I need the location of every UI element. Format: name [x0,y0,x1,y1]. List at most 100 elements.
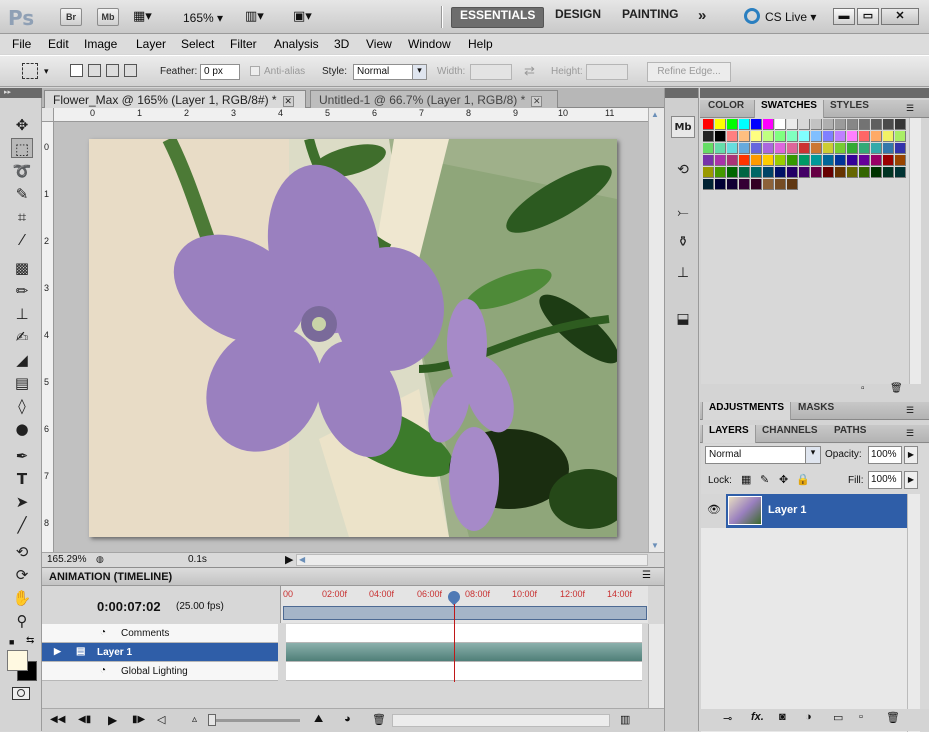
color-swatch[interactable] [811,131,822,142]
history-panel-icon[interactable]: ⟲ [671,159,695,181]
path-selection-tool-icon[interactable]: ➤ [11,492,33,512]
color-swatch[interactable] [859,155,870,166]
color-swatch[interactable] [895,167,906,178]
color-swatch[interactable] [703,155,714,166]
tab-paths[interactable]: PATHS [828,425,872,443]
new-swatch-icon[interactable]: ▫ [861,383,865,394]
status-menu-arrow-icon[interactable]: ▶ [285,553,293,566]
color-swatch[interactable] [763,167,774,178]
style-select[interactable]: Normal ▾ [353,64,427,80]
workspace-painting[interactable]: PAINTING [614,7,686,28]
color-swatch[interactable] [811,119,822,130]
color-swatch[interactable] [775,179,786,190]
layer-row-layer-1[interactable]: 👁 Layer 1 [701,494,907,528]
color-swatch[interactable] [835,155,846,166]
zoom-in-icon[interactable]: ⛰ [314,713,323,726]
timeline-row-comments[interactable]: ◔ Comments [42,624,278,643]
slider-thumb[interactable] [208,714,216,726]
color-swatch[interactable] [895,119,906,130]
color-swatch[interactable] [859,119,870,130]
layers-scrollbar[interactable] [907,494,920,732]
brush-tool-icon[interactable]: ✏ [11,281,33,301]
lock-position-icon[interactable]: ✥ [779,473,788,486]
zoom-status[interactable]: 165.29% [47,554,86,565]
color-swatch[interactable] [883,155,894,166]
new-layer-icon[interactable]: ▫ [859,711,863,723]
menu-file[interactable]: File [12,37,31,51]
tab-styles[interactable]: STYLES [824,100,875,118]
color-swatch[interactable] [835,131,846,142]
quick-selection-tool-icon[interactable]: ✎ [11,184,33,204]
time-ruler[interactable]: 00 02:00f 04:00f 06:00f 08:00f 10:00f 12… [280,586,648,623]
delete-keyframe-icon[interactable]: 🗑 [372,713,386,726]
default-colors-icon[interactable]: ■ [9,637,14,647]
more-workspaces-button[interactable]: » [690,7,714,28]
menu-image[interactable]: Image [84,37,117,51]
audio-icon[interactable]: ◁ [157,713,165,726]
color-swatch[interactable] [775,143,786,154]
menu-view[interactable]: View [366,37,392,51]
close-button[interactable]: ✕ [881,8,919,25]
convert-to-frames-icon[interactable]: ▥ [620,713,630,726]
gradient-tool-icon[interactable]: ▤ [11,373,33,393]
menu-help[interactable]: Help [468,37,493,51]
color-swatch[interactable] [835,119,846,130]
timeline-horizontal-scrollbar[interactable] [392,714,610,727]
timeline-scrollbar[interactable] [648,624,664,708]
panel-collapse-icon[interactable]: ▸▸ [0,88,42,98]
cs-live-menu[interactable]: CS Live ▾ [765,10,816,24]
swatch-grid[interactable] [703,119,911,219]
comments-track[interactable] [286,624,642,643]
color-swatch[interactable] [883,143,894,154]
color-swatch[interactable] [823,167,834,178]
color-swatch[interactable] [847,167,858,178]
color-swatch[interactable] [751,179,762,190]
color-swatch[interactable] [847,143,858,154]
color-swatch[interactable] [787,131,798,142]
view-extras-icon[interactable]: ▦▾ [133,9,152,24]
color-swatch[interactable] [727,143,738,154]
healing-brush-tool-icon[interactable]: ▩ [11,258,33,278]
mini-bridge-panel-icon[interactable]: Mb [671,116,695,138]
panel-menu-icon[interactable]: ☰ [642,570,651,581]
color-swatch[interactable] [751,131,762,142]
color-swatch[interactable] [739,179,750,190]
color-swatch[interactable] [883,131,894,142]
color-swatch[interactable] [787,119,798,130]
color-swatch[interactable] [727,119,738,130]
add-selection-icon[interactable] [88,64,101,77]
color-swatch[interactable] [703,143,714,154]
color-swatch[interactable] [871,119,882,130]
color-swatch[interactable] [787,143,798,154]
menu-analysis[interactable]: Analysis [274,37,319,51]
color-swatch[interactable] [751,167,762,178]
delete-swatch-icon[interactable]: 🗑 [890,383,903,394]
color-swatch[interactable] [859,131,870,142]
panel-menu-icon[interactable]: ☰ [906,405,914,416]
first-frame-icon[interactable]: ◀◀ [50,714,65,725]
stopwatch-icon[interactable]: ◔ [100,665,106,676]
layer-style-icon[interactable]: fx. [751,711,764,723]
color-swatch[interactable] [715,155,726,166]
color-swatch[interactable] [775,155,786,166]
feather-input[interactable]: 0 px [200,64,240,80]
new-group-icon[interactable]: ▭ [833,711,843,724]
blend-mode-select[interactable]: Normal ▾ [705,446,821,464]
color-swatch[interactable] [871,155,882,166]
panels-header[interactable] [700,88,929,98]
swatches-scrollbar[interactable] [909,118,921,384]
color-swatch[interactable] [883,167,894,178]
color-swatch[interactable] [799,119,810,130]
color-swatch[interactable] [811,167,822,178]
foreground-color-swatch[interactable] [7,650,28,671]
color-swatch[interactable] [811,143,822,154]
menu-3d[interactable]: 3D [334,37,349,51]
color-swatch[interactable] [847,119,858,130]
link-layers-icon[interactable]: ⊸ [723,712,732,725]
color-swatch[interactable] [715,119,726,130]
color-swatch[interactable] [823,155,834,166]
horizontal-scrollbar[interactable]: ◀ [296,554,648,566]
hand-tool-icon[interactable]: ✋ [11,588,33,608]
zoom-level-select[interactable]: 165% ▾ [183,11,223,25]
color-swatch[interactable] [811,155,822,166]
